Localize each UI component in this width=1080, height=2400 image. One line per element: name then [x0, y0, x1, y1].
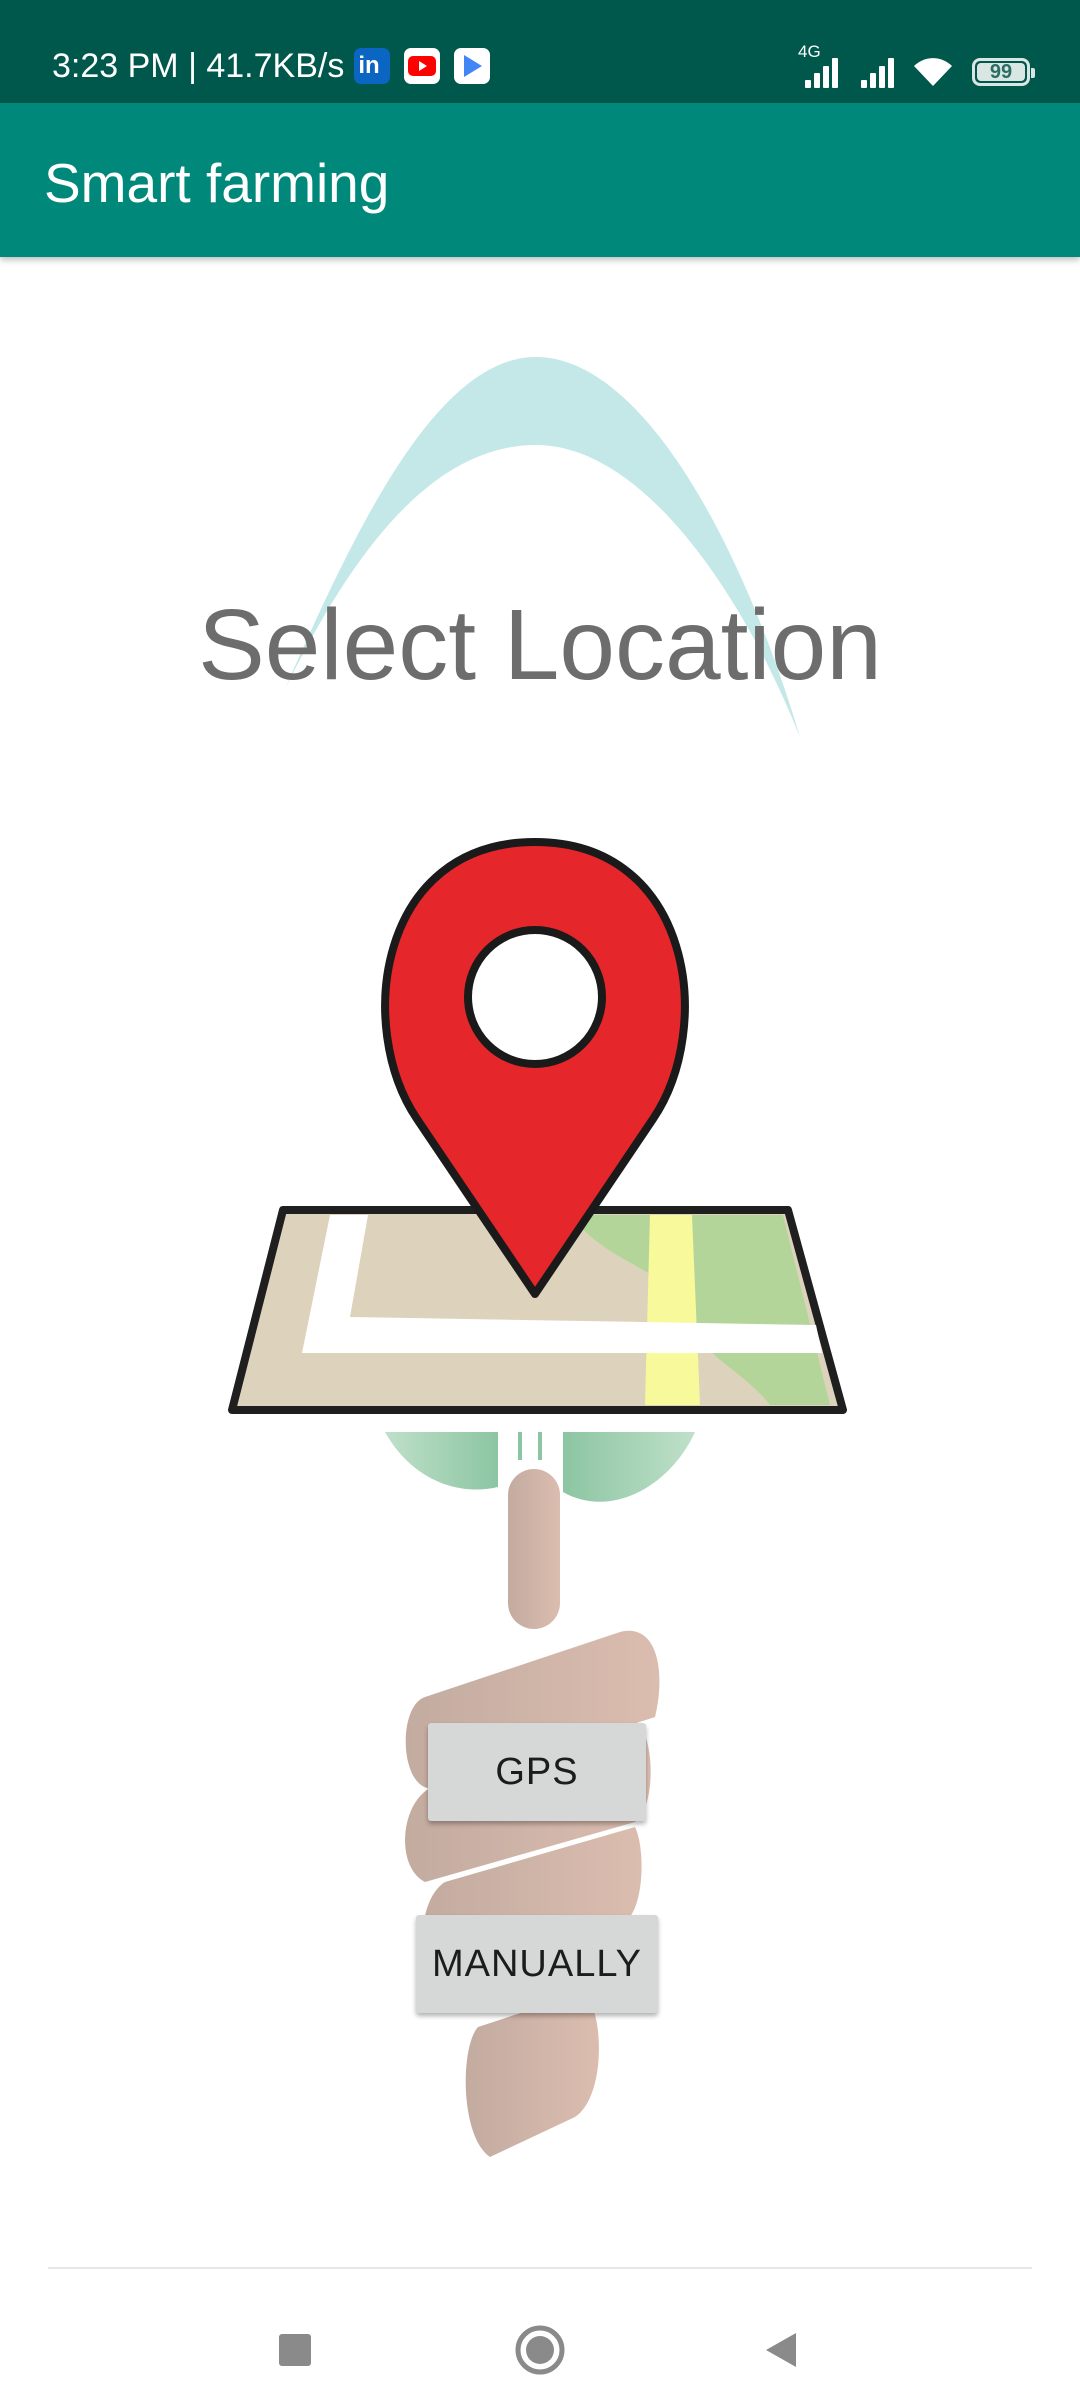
battery-level: 99 [989, 61, 1013, 83]
network-type-label: 4G [798, 42, 821, 61]
youtube-icon [404, 48, 441, 84]
main-content: Select Location GPS MANUALLY [0, 257, 1080, 2227]
app-title: Smart farming [44, 152, 390, 214]
screen: 3:23 PM | 41.7KB/s in 4G 99 Smart farmin… [0, 0, 1080, 2400]
status-right: 4G 99 [788, 42, 1035, 88]
recents-icon[interactable] [265, 2320, 325, 2380]
app-bar: Smart farming [0, 103, 1080, 257]
status-time-speed: 3:23 PM | 41.7KB/s [52, 47, 345, 85]
back-icon[interactable] [752, 2320, 812, 2380]
gps-button[interactable]: GPS [428, 1723, 646, 1821]
linkedin-icon: in [354, 48, 391, 84]
navigation-bar [0, 2227, 1080, 2400]
status-left: 3:23 PM | 41.7KB/s in [52, 44, 491, 88]
status-bar: 3:23 PM | 41.7KB/s in 4G 99 [0, 0, 1080, 103]
play-store-icon [454, 48, 491, 84]
page-heading: Select Location [198, 589, 882, 701]
home-icon[interactable] [510, 2320, 570, 2380]
signal-4g-icon: 4G [798, 42, 838, 88]
wifi-icon [912, 56, 954, 88]
manually-button[interactable]: MANUALLY [416, 1915, 658, 2013]
signal-icon [858, 56, 894, 88]
nav-divider [48, 2267, 1032, 2269]
battery-icon: 99 [972, 58, 1035, 86]
